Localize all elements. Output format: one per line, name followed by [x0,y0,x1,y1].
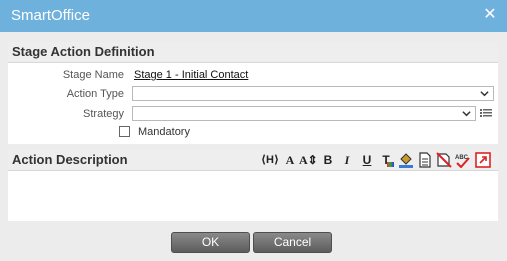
list-icon[interactable] [480,108,492,118]
close-icon[interactable]: ✕ [481,6,499,24]
stage-action-dialog: SmartOffice ✕ Stage Action Definition St… [0,0,507,261]
paint-bucket-icon[interactable] [397,151,415,169]
color-swatch [387,162,394,167]
title-bar[interactable]: SmartOffice ✕ [0,0,507,32]
spellcheck-icon[interactable]: ABC [454,151,472,169]
mandatory-checkbox[interactable] [119,126,130,137]
heading-icon[interactable]: ⟨H⟩ [258,151,282,169]
stage-name-label: Stage Name [62,69,124,81]
expand-icon[interactable] [474,151,492,169]
italic-icon[interactable]: I [338,151,356,169]
strategy-label: Strategy [83,108,124,120]
description-editor[interactable] [8,171,498,221]
strategy-select[interactable] [132,106,476,121]
font-size-letter: A [299,153,308,167]
underline-icon[interactable]: U [358,151,376,169]
mandatory-label: Mandatory [138,126,190,138]
definition-section-header: Stage Action Definition [8,42,498,63]
stage-action-definition-panel: Stage Action Definition Stage Name Stage… [8,42,498,144]
ok-button[interactable]: OK [171,232,250,253]
description-section-title: Action Description [12,152,128,167]
action-type-label: Action Type [66,88,124,100]
window-title: SmartOffice [11,7,90,24]
clear-format-icon[interactable] [435,151,453,169]
action-type-select[interactable] [132,86,494,101]
definition-section-title: Stage Action Definition [12,44,155,59]
font-icon[interactable]: A [281,151,299,169]
description-section-header: Action Description ⟨H⟩ A A⇕ B I U T ABC [8,150,498,171]
chevron-down-icon [462,111,471,117]
chevron-down-icon [480,91,489,97]
cancel-button[interactable]: Cancel [253,232,332,253]
text-color-icon[interactable]: T [377,151,395,169]
checkmark-icon [456,157,470,168]
bold-icon[interactable]: B [319,151,337,169]
stage-name-link[interactable]: Stage 1 - Initial Contact [134,69,248,81]
document-icon[interactable] [416,151,434,169]
font-size-icon[interactable]: A⇕ [299,151,318,169]
